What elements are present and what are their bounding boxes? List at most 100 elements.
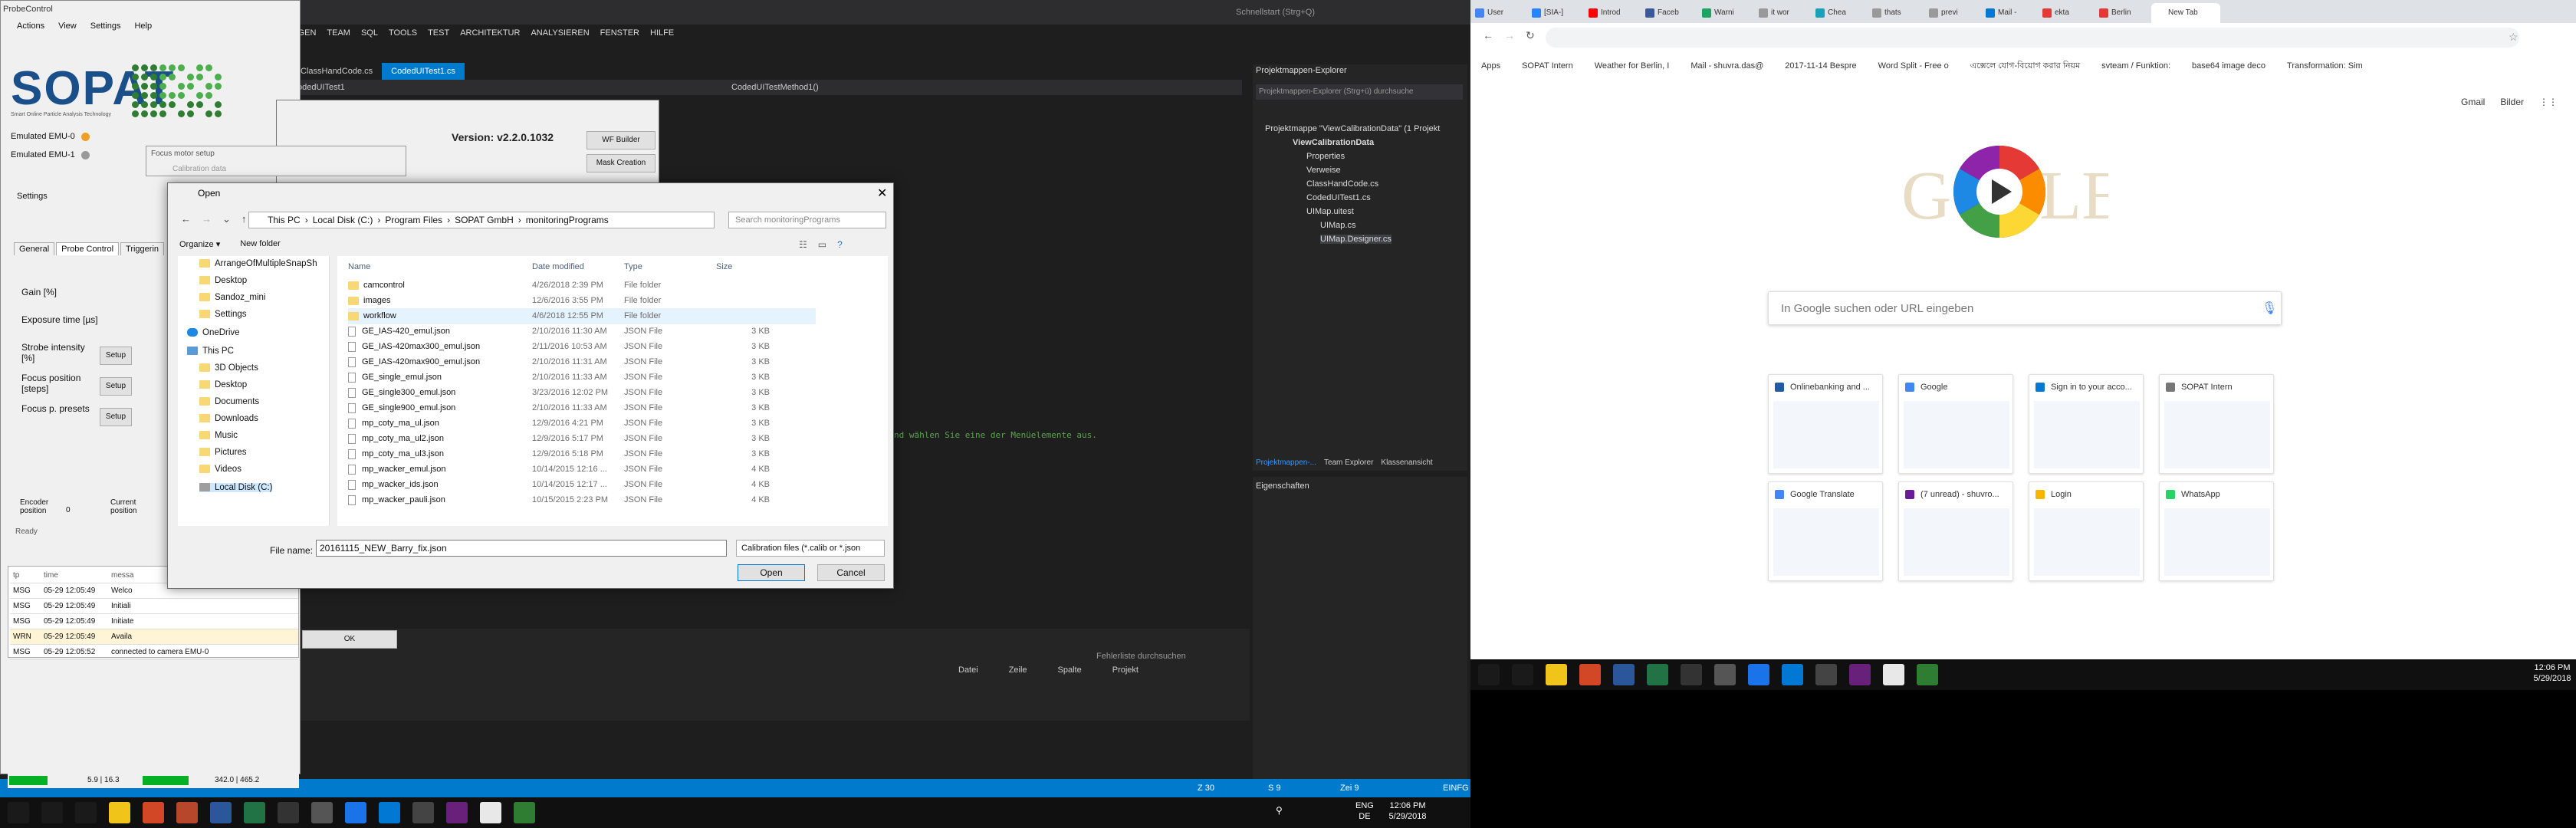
calculator-icon[interactable] [1883, 664, 1904, 685]
snipping-icon[interactable] [1849, 664, 1871, 685]
nav-item[interactable]: Music [199, 431, 238, 440]
outlook-icon[interactable] [143, 802, 164, 823]
bookmark-item[interactable]: base64 image deco [2192, 57, 2266, 75]
error-col[interactable]: Spalte [1058, 665, 1082, 675]
settings-icon[interactable] [1782, 664, 1803, 685]
address-bar[interactable] [1546, 28, 2519, 48]
vs-menu-item[interactable]: TEAM [327, 25, 350, 41]
back-arrow-icon[interactable]: ← [1483, 29, 1493, 42]
error-col[interactable]: Projekt [1112, 665, 1138, 675]
microphone-icon[interactable]: 🎙 [2262, 301, 2277, 316]
bookmark-star-icon[interactable]: ☆ [2509, 31, 2518, 44]
organize-button[interactable]: Organize ▾ [179, 239, 220, 249]
focus-setup-button[interactable]: Setup [100, 377, 132, 396]
file-name-input[interactable]: 20161115_NEW_Barry_fix.json [316, 540, 727, 557]
people-icon[interactable]: ⚲ [1276, 805, 1283, 816]
forward-arrow-icon[interactable]: → [202, 213, 212, 225]
task-view-icon[interactable] [1546, 664, 1567, 685]
vs-menu-item[interactable]: HILFE [650, 25, 674, 41]
file-row[interactable]: camcontrol 4/26/2018 2:39 PM File folder [348, 278, 816, 294]
terminal-icon[interactable] [278, 802, 299, 823]
vs-menu-item[interactable]: ANALYSIEREN [531, 25, 589, 41]
nav-item[interactable]: Settings [199, 310, 247, 319]
word-icon[interactable] [210, 802, 232, 823]
file-row[interactable]: mp_coty_ma_ul3.json 12/9/2016 5:18 PM JS… [348, 446, 816, 462]
word-icon[interactable] [1681, 664, 1702, 685]
browser-tab[interactable]: Berlin [2095, 3, 2151, 23]
menu-help[interactable]: Help [134, 21, 152, 31]
tab-codeduitest1[interactable]: CodedUITest1.cs [382, 63, 465, 80]
shortcut-tile[interactable]: Sign in to your acco... [2029, 374, 2144, 474]
column-date[interactable]: Date modified [532, 262, 624, 271]
calculator-icon[interactable] [412, 802, 434, 823]
tree-item[interactable]: CodedUITest1.cs [1306, 193, 1371, 202]
powerpoint-icon[interactable] [1647, 664, 1668, 685]
file-row[interactable]: mp_coty_ma_ul.json 12/9/2016 4:21 PM JSO… [348, 416, 816, 432]
shortcut-tile[interactable]: Google Translate [1768, 481, 1883, 581]
open-button[interactable]: Open [738, 564, 805, 581]
error-col[interactable]: Datei [958, 665, 978, 675]
file-row[interactable]: GE_single300_emul.json 3/23/2016 12:02 P… [348, 385, 816, 401]
excel-icon[interactable] [244, 802, 265, 823]
wf-builder-button[interactable]: WF Builder [586, 131, 656, 150]
nav-item[interactable]: Videos [199, 465, 242, 474]
solution-explorer-search[interactable]: Projektmappen-Explorer (Strg+ü) durchsuc… [1256, 84, 1463, 100]
error-col[interactable]: Zeile [1009, 665, 1027, 675]
vs-menu-item[interactable]: SQL [361, 25, 378, 41]
breadcrumb[interactable]: monitoringPrograms [521, 215, 613, 225]
bookmark-item[interactable]: Weather for Berlin, I [1595, 57, 1670, 75]
browser-tab[interactable]: thats [1868, 3, 1924, 23]
tab-team-explorer[interactable]: Team Explorer [1324, 458, 1373, 467]
task-view-icon[interactable] [75, 802, 97, 823]
notepad-icon[interactable] [480, 802, 501, 823]
bookmark-item[interactable]: 2017-11-14 Bespre [1785, 57, 1856, 75]
browser-tab[interactable]: previ [1924, 3, 1981, 23]
search-icon[interactable] [41, 802, 63, 823]
bookmark-item[interactable]: svteam / Funktion: [2101, 57, 2170, 75]
snipping-icon[interactable] [379, 802, 400, 823]
vs-menu-item[interactable]: FENSTER [600, 25, 639, 41]
powerpoint-icon[interactable] [176, 802, 198, 823]
images-link[interactable]: Bilder [2500, 97, 2524, 107]
bookmark-item[interactable]: Mail - shuvra.das@ [1691, 57, 1763, 75]
column-size[interactable]: Size [716, 262, 770, 271]
error-list-search[interactable]: Fehlerliste durchsuchen [1096, 652, 1186, 661]
tab-classhandcode[interactable]: ClassHandCode.cs [291, 63, 382, 80]
tree-item[interactable]: ViewCalibrationData [1293, 138, 1374, 147]
column-type[interactable]: Type [624, 262, 716, 271]
tree-item[interactable]: Projektmappe "ViewCalibrationData" (1 Pr… [1265, 124, 1440, 133]
breadcrumb[interactable]: Program Files [380, 215, 447, 225]
shortcut-tile[interactable]: Onlinebanking and ... [1768, 374, 1883, 474]
nav-item[interactable]: Downloads [199, 414, 258, 423]
log-row[interactable]: MSG 05-29 12:05:49 Initiali [10, 599, 298, 614]
start-icon[interactable] [1478, 664, 1500, 685]
bookmark-item[interactable]: এক্সেলে যোগ-বিয়োগ করার নিয়ম [1970, 57, 2080, 75]
visual-studio-icon[interactable] [1917, 664, 1938, 685]
apps-grid-icon[interactable]: ⋮⋮ [2539, 97, 2558, 107]
shortcut-tile[interactable]: WhatsApp [2159, 481, 2274, 581]
file-row[interactable]: GE_single_emul.json 2/10/2016 11:33 AM J… [348, 370, 816, 386]
shortcut-tile[interactable]: SOPAT Intern [2159, 374, 2274, 474]
forward-arrow-icon[interactable]: → [1504, 29, 1515, 42]
taskbar-clock[interactable]: 12:06 PM 5/29/2018 [1385, 800, 1431, 822]
close-icon[interactable]: ✕ [877, 186, 887, 201]
new-folder-button[interactable]: New folder [240, 239, 281, 249]
ok-button[interactable]: OK [302, 630, 397, 649]
browser-tab[interactable]: Introd [1584, 3, 1641, 23]
nav-item[interactable]: Sandoz_mini [199, 293, 265, 302]
nav-item[interactable]: Desktop [199, 276, 247, 285]
tab-class-view[interactable]: Klassenansicht [1381, 458, 1432, 467]
presets-setup-button[interactable]: Setup [100, 408, 132, 426]
nav-item[interactable]: Pictures [199, 448, 247, 457]
log-row[interactable]: MSG 05-29 12:05:49 Initiate [10, 614, 298, 629]
search-input[interactable]: Search monitoringPrograms [728, 212, 886, 228]
tree-item[interactable]: ClassHandCode.cs [1306, 179, 1378, 189]
tree-item[interactable]: Properties [1306, 152, 1345, 161]
start-icon[interactable] [8, 802, 29, 823]
menu-settings[interactable]: Settings [90, 21, 121, 31]
file-row[interactable]: mp_wacker_ids.json 10/14/2015 12:17 ... … [348, 477, 816, 493]
file-row[interactable]: GE_single900_emul.json 2/10/2016 11:33 A… [348, 400, 816, 416]
gmail-link[interactable]: Gmail [2461, 97, 2485, 107]
google-search-input[interactable]: In Google suchen oder URL eingeben [1768, 291, 2282, 325]
vs-quick-launch[interactable]: Schnellstart (Strg+Q) [1236, 5, 1389, 20]
